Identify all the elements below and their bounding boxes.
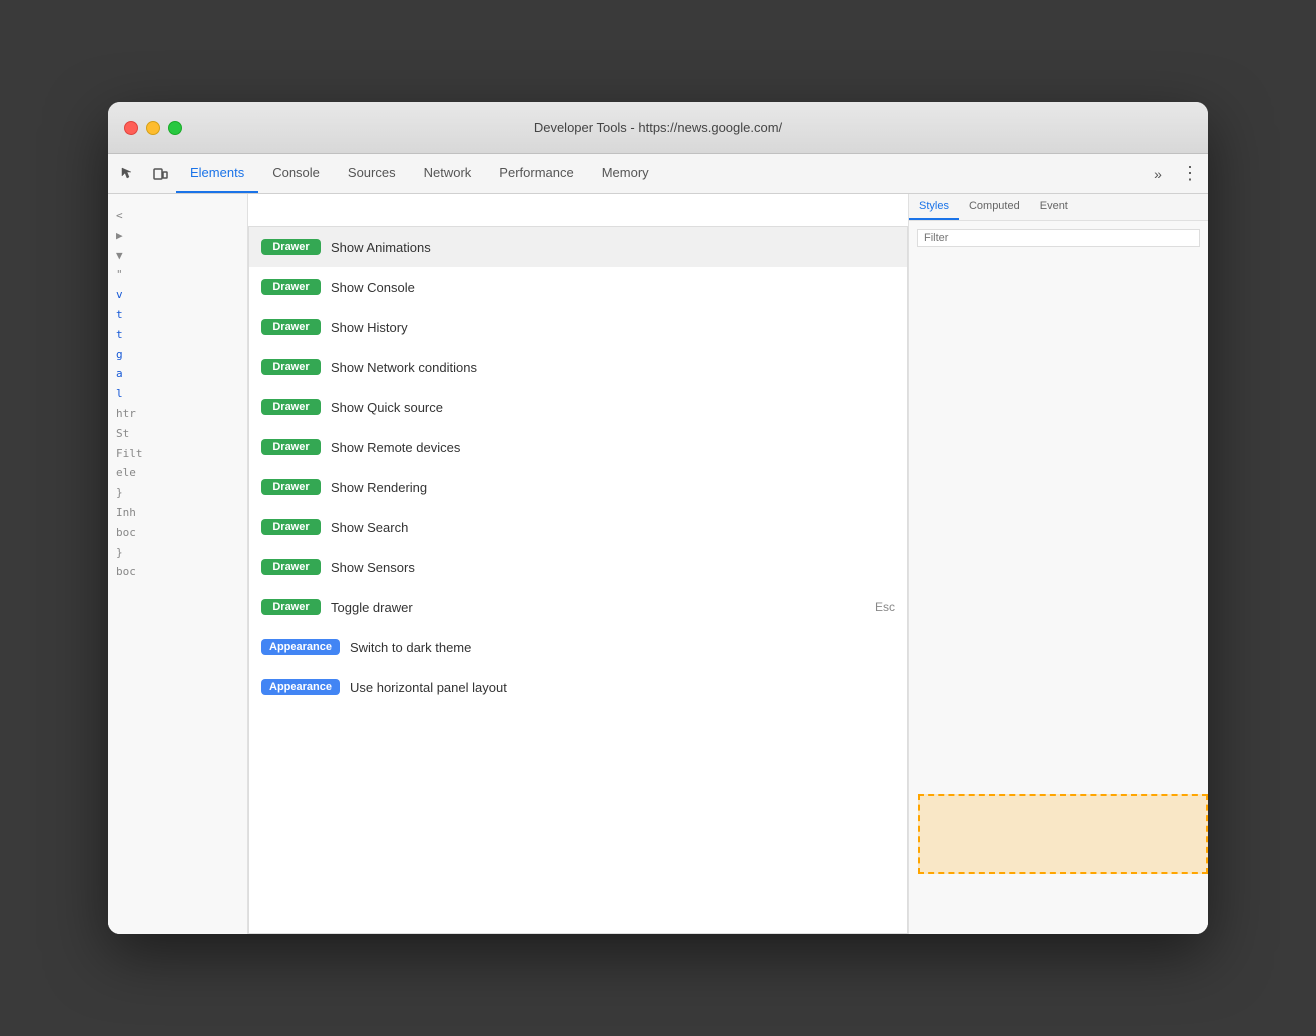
command-item-label: Show Network conditions bbox=[331, 360, 895, 375]
minimize-button[interactable] bbox=[146, 121, 160, 135]
command-item-label: Show Search bbox=[331, 520, 895, 535]
command-item-label: Show Quick source bbox=[331, 400, 895, 415]
elements-tree: < ▶ ▼ " v t t g a l htr St Filt ele } In… bbox=[108, 202, 247, 586]
more-tabs-button[interactable]: » bbox=[1144, 160, 1172, 188]
traffic-lights bbox=[124, 121, 182, 135]
inspect-element-button[interactable] bbox=[112, 158, 144, 190]
command-badge-drawer: Drawer bbox=[261, 479, 321, 495]
tab-console[interactable]: Console bbox=[258, 154, 334, 193]
element-line: t bbox=[116, 325, 239, 345]
tab-computed[interactable]: Computed bbox=[959, 194, 1030, 220]
element-line: Filt bbox=[116, 444, 239, 464]
devtools-window: Developer Tools - https://news.google.co… bbox=[108, 102, 1208, 934]
command-search-input[interactable] bbox=[260, 202, 896, 218]
command-item[interactable]: Appearance Switch to dark theme bbox=[249, 627, 907, 667]
title-bar: Developer Tools - https://news.google.co… bbox=[108, 102, 1208, 154]
element-line: St bbox=[116, 424, 239, 444]
command-item[interactable]: Drawer Show Rendering bbox=[249, 467, 907, 507]
command-item-label: Show Sensors bbox=[331, 560, 895, 575]
tab-memory[interactable]: Memory bbox=[588, 154, 663, 193]
tab-elements[interactable]: Elements bbox=[176, 154, 258, 193]
element-preview bbox=[918, 794, 1208, 874]
element-line: l bbox=[116, 384, 239, 404]
element-line: t bbox=[116, 305, 239, 325]
styles-panel: Styles Computed Event bbox=[908, 194, 1208, 934]
command-item[interactable]: Appearance Use horizontal panel layout bbox=[249, 667, 907, 707]
window-title: Developer Tools - https://news.google.co… bbox=[534, 120, 782, 135]
styles-tabs: Styles Computed Event bbox=[909, 194, 1208, 221]
devtools-menu-button[interactable]: ⋮ bbox=[1176, 160, 1204, 188]
element-line: ▶ bbox=[116, 226, 239, 246]
command-badge-drawer: Drawer bbox=[261, 279, 321, 295]
element-line: g bbox=[116, 345, 239, 365]
command-item[interactable]: Drawer Show Sensors bbox=[249, 547, 907, 587]
command-item[interactable]: Drawer Show History bbox=[249, 307, 907, 347]
command-badge-appearance: Appearance bbox=[261, 639, 340, 655]
command-input-area bbox=[248, 194, 908, 227]
command-badge-drawer: Drawer bbox=[261, 559, 321, 575]
command-item-label: Show History bbox=[331, 320, 895, 335]
command-item[interactable]: Drawer Show Search bbox=[249, 507, 907, 547]
command-item[interactable]: Drawer Show Console bbox=[249, 267, 907, 307]
close-button[interactable] bbox=[124, 121, 138, 135]
element-line: Inh bbox=[116, 503, 239, 523]
styles-filter-input[interactable] bbox=[917, 229, 1200, 247]
element-line: ▼ bbox=[116, 246, 239, 266]
element-line: ele bbox=[116, 463, 239, 483]
command-item-label: Toggle drawer bbox=[331, 600, 875, 615]
command-item-label: Use horizontal panel layout bbox=[350, 680, 895, 695]
tab-styles[interactable]: Styles bbox=[909, 194, 959, 220]
element-line: a bbox=[116, 364, 239, 384]
tab-list: Elements Console Sources Network Perform… bbox=[176, 154, 1144, 193]
command-list: DrawerShow AnimationsDrawerShow ConsoleD… bbox=[248, 227, 908, 934]
main-content-area: DrawerShow AnimationsDrawerShow ConsoleD… bbox=[248, 194, 908, 934]
command-badge-drawer: Drawer bbox=[261, 359, 321, 375]
element-line: v bbox=[116, 285, 239, 305]
command-item[interactable]: Drawer Toggle drawerEsc bbox=[249, 587, 907, 627]
command-badge-appearance: Appearance bbox=[261, 679, 340, 695]
command-palette: DrawerShow AnimationsDrawerShow ConsoleD… bbox=[248, 194, 908, 934]
element-line: htr bbox=[116, 404, 239, 424]
tab-network[interactable]: Network bbox=[410, 154, 486, 193]
element-line: } bbox=[116, 483, 239, 503]
elements-panel: < ▶ ▼ " v t t g a l htr St Filt ele } In… bbox=[108, 194, 248, 934]
command-item-label: Show Console bbox=[331, 280, 895, 295]
command-badge-drawer: Drawer bbox=[261, 599, 321, 615]
maximize-button[interactable] bbox=[168, 121, 182, 135]
element-line: } bbox=[116, 543, 239, 563]
command-item-label: Show Remote devices bbox=[331, 440, 895, 455]
styles-content bbox=[909, 221, 1208, 934]
command-item[interactable]: Drawer Show Remote devices bbox=[249, 427, 907, 467]
tab-performance[interactable]: Performance bbox=[485, 154, 587, 193]
tab-sources[interactable]: Sources bbox=[334, 154, 410, 193]
command-item-label: Switch to dark theme bbox=[350, 640, 895, 655]
element-line: " bbox=[116, 265, 239, 285]
device-toolbar-button[interactable] bbox=[144, 158, 176, 190]
element-line: boc bbox=[116, 523, 239, 543]
command-badge-drawer: Drawer bbox=[261, 239, 321, 255]
command-item[interactable]: Drawer Show Network conditions bbox=[249, 347, 907, 387]
command-badge-drawer: Drawer bbox=[261, 399, 321, 415]
devtools-toolbar: Elements Console Sources Network Perform… bbox=[108, 154, 1208, 194]
command-badge-drawer: Drawer bbox=[261, 439, 321, 455]
command-item-label: Show Rendering bbox=[331, 480, 895, 495]
command-item-label: Show Animations bbox=[331, 240, 895, 255]
command-badge-drawer: Drawer bbox=[261, 319, 321, 335]
devtools-body: < ▶ ▼ " v t t g a l htr St Filt ele } In… bbox=[108, 194, 1208, 934]
element-line: boc bbox=[116, 562, 239, 582]
command-item[interactable]: Drawer Show Animations bbox=[249, 227, 907, 267]
element-line: < bbox=[116, 206, 239, 226]
command-item-shortcut: Esc bbox=[875, 600, 895, 614]
tab-event-listeners[interactable]: Event bbox=[1030, 194, 1078, 220]
command-item[interactable]: Drawer Show Quick source bbox=[249, 387, 907, 427]
command-badge-drawer: Drawer bbox=[261, 519, 321, 535]
